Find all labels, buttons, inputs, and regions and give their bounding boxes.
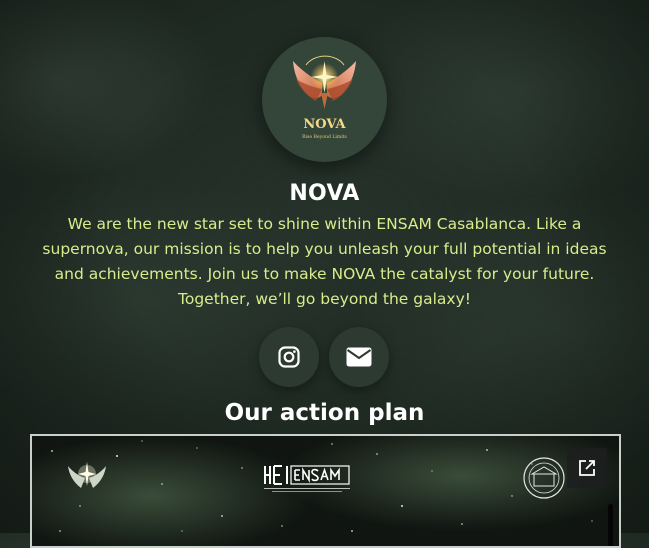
action-plan-embed[interactable] — [30, 434, 621, 548]
ensam-logo — [264, 465, 350, 492]
instagram-button[interactable] — [259, 327, 319, 387]
email-button[interactable] — [329, 327, 389, 387]
nova-logo: NOVA Rise Beyond Limits — [293, 55, 356, 140]
open-external-button[interactable] — [567, 448, 607, 488]
nova-logo-avatar: NOVA Rise Beyond Limits — [262, 37, 387, 162]
logo-tagline: Rise Beyond Limits — [302, 134, 347, 140]
open-external-icon — [579, 460, 595, 476]
envelope-icon — [346, 347, 372, 367]
embed-scrollbar[interactable] — [608, 504, 613, 546]
section-title: Our action plan — [224, 400, 425, 426]
profile-name: NOVA — [289, 181, 360, 206]
instagram-icon — [278, 346, 300, 368]
logo-text: NOVA — [303, 117, 346, 132]
profile-description: We are the new star set to shine within … — [42, 215, 607, 308]
